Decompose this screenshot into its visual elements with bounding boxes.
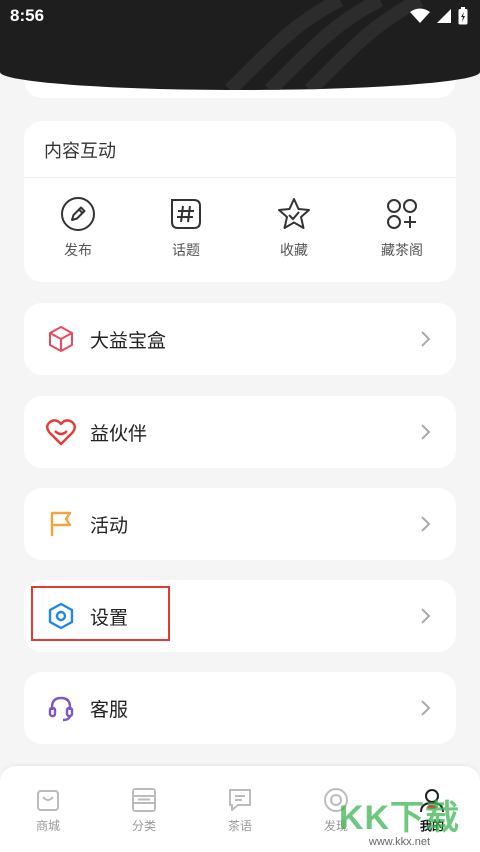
menu-row-customer-service[interactable]: 客服: [24, 672, 456, 744]
chevron-right-icon: [421, 516, 431, 532]
header-band: 8:56: [0, 0, 480, 90]
category-icon: [132, 788, 156, 812]
menu-row-partner[interactable]: 益伙伴: [24, 396, 456, 468]
flag-icon: [46, 509, 76, 539]
nav-label-tea-talk: 茶语: [227, 819, 252, 833]
chevron-right-icon: [421, 331, 431, 347]
watermark-logo: KK下载 www.kkx.net: [339, 800, 460, 848]
chevron-right-icon: [421, 608, 431, 624]
grid-item-topic[interactable]: 话题: [132, 196, 240, 260]
menu-label-activity: 活动: [90, 514, 129, 537]
status-icons: [410, 7, 468, 25]
battery-icon: [458, 7, 468, 25]
nav-label-mall: 商城: [35, 819, 60, 833]
grid-label-favorite: 收藏: [280, 243, 308, 259]
grid-item-publish[interactable]: 发布: [24, 196, 132, 260]
chevron-right-icon: [421, 424, 431, 440]
menu-label-partner: 益伙伴: [90, 422, 148, 445]
nav-label-category: 分类: [131, 819, 156, 833]
grid-item-tea-collection[interactable]: 藏茶阁: [348, 196, 456, 260]
card-title: 内容互动: [44, 141, 116, 162]
box-icon: [46, 324, 76, 354]
content-interaction-card: 内容互动 发布 话题 收藏 藏茶阁: [24, 121, 456, 282]
chevron-right-icon: [421, 700, 431, 716]
wifi-icon: [410, 8, 430, 23]
menu-label-customer-service: 客服: [90, 698, 129, 721]
hashtag-icon: [171, 199, 201, 229]
menu-row-activity[interactable]: 活动: [24, 488, 456, 560]
nav-tab-category[interactable]: 分类: [96, 766, 192, 852]
nav-tab-tea-talk[interactable]: 茶语: [192, 766, 288, 852]
grid-label-publish: 发布: [64, 243, 92, 259]
menu-row-treasure-box[interactable]: 大益宝盒: [24, 303, 456, 375]
message-icon: [229, 789, 251, 811]
nav-tab-mall[interactable]: 商城: [0, 766, 96, 852]
grid-item-favorite[interactable]: 收藏: [240, 196, 348, 260]
status-time: 8:56: [10, 6, 45, 25]
pencil-icon: [61, 197, 95, 231]
headset-icon: [46, 693, 76, 723]
watermark-url: www.kkx.net: [368, 836, 431, 848]
settings-highlight-box: [31, 586, 170, 641]
star-icon: [278, 198, 310, 229]
content-grid: 发布 话题 收藏 藏茶阁: [24, 196, 456, 260]
signal-icon: [437, 9, 451, 23]
circles-plus-icon: [387, 199, 417, 229]
bag-icon: [37, 790, 59, 811]
grid-label-topic: 话题: [172, 243, 200, 259]
heart-icon: [46, 417, 76, 447]
grid-label-tea-collection: 藏茶阁: [381, 243, 423, 259]
header-decoration: [225, 0, 424, 90]
watermark-main: KK下载: [338, 799, 460, 837]
card-divider: [24, 177, 456, 178]
menu-label-treasure-box: 大益宝盒: [90, 329, 167, 352]
